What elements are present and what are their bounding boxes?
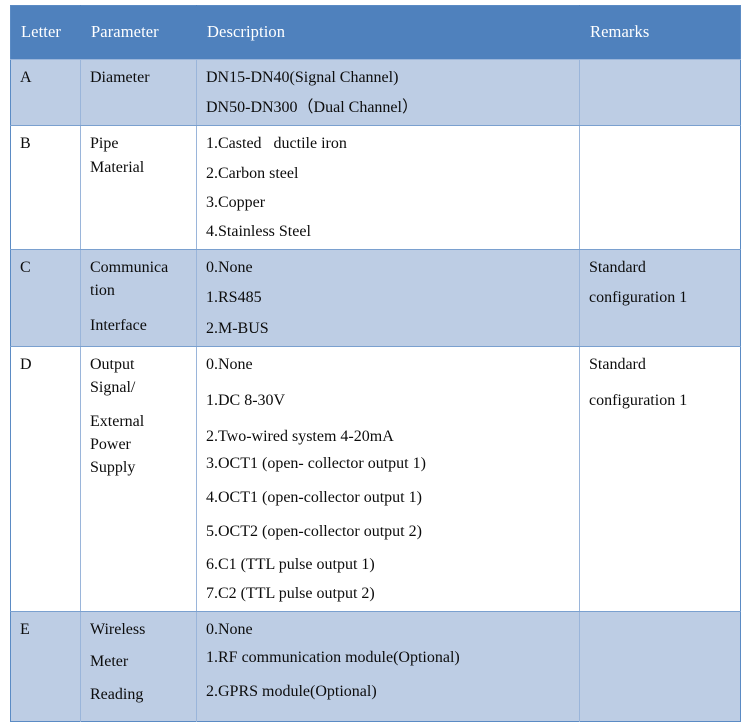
parameter-lines: Output Signal/ External Power Supply	[90, 353, 192, 480]
parameter-line: Reading	[90, 685, 144, 703]
column-header-description: Description	[196, 5, 580, 60]
description-lines: 0.None 1.RF communication module(Optiona…	[206, 618, 575, 703]
cell-remarks: Standard configuration 1	[579, 249, 741, 347]
cell-letter: D	[10, 346, 81, 613]
description-line: 1.Casted ductile iron	[206, 135, 347, 153]
table-row: D Output Signal/ External Power Supply 0…	[10, 346, 741, 613]
column-header-parameter: Parameter	[80, 5, 197, 60]
table-body: A Diameter DN15-DN40(Signal Channel) DN5…	[10, 59, 741, 722]
parameter-line: External	[90, 413, 145, 431]
cell-description: 0.None 1.DC 8-30V 2.Two-wired system 4-2…	[196, 346, 580, 613]
table-header-row: Letter Parameter Description Remarks	[10, 5, 741, 60]
description-lines: 0.None 1.RS485 2.M-BUS	[206, 256, 575, 340]
table-header: Letter Parameter Description Remarks	[10, 5, 741, 60]
cell-parameter: Wireless Meter Reading	[80, 611, 197, 722]
parameter-line: Wireless	[90, 621, 146, 639]
description-lines: 0.None 1.DC 8-30V 2.Two-wired system 4-2…	[206, 353, 575, 606]
remarks-line: Standard	[589, 259, 646, 277]
parameter-line: Pipe	[90, 135, 119, 153]
cell-letter: B	[10, 125, 81, 251]
description-line: 3.Copper	[206, 193, 266, 211]
description-line: 2.GPRS module(Optional)	[206, 682, 377, 700]
table-row: C Communica tion Interface 0.None 1.RS48…	[10, 249, 741, 347]
parameter-line: Signal/	[90, 378, 136, 396]
description-line: 0.None	[206, 621, 253, 639]
description-line: 0.None	[206, 355, 253, 373]
remarks-line: configuration 1	[589, 289, 688, 307]
description-line: 7.C2 (TTL pulse output 2)	[206, 585, 375, 602]
remarks-line: configuration 1	[589, 391, 688, 409]
parameter-line: Diameter	[90, 69, 150, 86]
description-line: 1.DC 8-30V	[206, 391, 286, 409]
parameter-lines: Pipe Material	[90, 132, 192, 178]
parameter-line: Communica	[90, 259, 169, 277]
cell-description: 1.Casted ductile iron 2.Carbon steel 3.C…	[196, 125, 580, 251]
table-row: A Diameter DN15-DN40(Signal Channel) DN5…	[10, 59, 741, 127]
parameter-line: Supply	[90, 459, 136, 477]
cell-description: 0.None 1.RF communication module(Optiona…	[196, 611, 580, 722]
cell-parameter: Pipe Material	[80, 125, 197, 251]
description-line: DN50-DN300（Dual Channel）	[206, 99, 418, 117]
column-header-remarks: Remarks	[579, 5, 741, 60]
remarks-lines: Standard configuration 1	[589, 256, 736, 309]
description-line: 4.OCT1 (open-collector output 1)	[206, 489, 422, 507]
cell-parameter: Output Signal/ External Power Supply	[80, 346, 197, 613]
remarks-line: Standard	[589, 355, 646, 373]
cell-description: 0.None 1.RS485 2.M-BUS	[196, 249, 580, 347]
parameter-line: Output	[90, 355, 135, 373]
cell-parameter: Communica tion Interface	[80, 249, 197, 347]
description-line: 4.Stainless Steel	[206, 222, 311, 240]
cell-parameter: Diameter	[80, 59, 197, 127]
parameter-line: Interface	[90, 316, 147, 334]
description-line: 1.RS485	[206, 289, 262, 307]
parameter-line: Meter	[90, 653, 129, 671]
description-line: 5.OCT2 (open-collector output 2)	[206, 522, 422, 540]
description-line: 0.None	[206, 259, 253, 277]
parameter-lines: Wireless Meter Reading	[90, 618, 192, 706]
description-line: DN15-DN40(Signal Channel)	[206, 69, 399, 86]
description-line: 6.C1 (TTL pulse output 1)	[206, 555, 375, 573]
parameter-line: Material	[90, 158, 145, 176]
description-line: 2.Two-wired system 4-20mA	[206, 428, 394, 446]
parameter-lines: Communica tion Interface	[90, 256, 192, 337]
cell-description: DN15-DN40(Signal Channel) DN50-DN300（Dua…	[196, 59, 580, 127]
parameter-line: Power	[90, 436, 131, 454]
specification-table: Letter Parameter Description Remarks A D…	[10, 5, 741, 722]
description-lines: 1.Casted ductile iron 2.Carbon steel 3.C…	[206, 132, 575, 243]
cell-letter: E	[10, 611, 81, 722]
description-line: 3.OCT1 (open- collector output 1)	[206, 455, 426, 473]
remarks-lines: Standard configuration 1	[589, 353, 736, 412]
cell-letter: A	[10, 59, 81, 127]
description-lines: DN15-DN40(Signal Channel) DN50-DN300（Dua…	[206, 66, 575, 119]
cell-remarks	[579, 59, 741, 127]
parameter-lines: Diameter	[90, 66, 192, 89]
description-line: 2.Carbon steel	[206, 164, 299, 182]
document-page: Letter Parameter Description Remarks A D…	[0, 0, 750, 722]
cell-remarks	[579, 125, 741, 251]
cell-letter: C	[10, 249, 81, 347]
description-line: 2.M-BUS	[206, 319, 269, 337]
column-header-letter: Letter	[10, 5, 81, 60]
description-line: 1.RF communication module(Optional)	[206, 649, 460, 667]
table-row: E Wireless Meter Reading 0.None 1.RF com…	[10, 611, 741, 722]
parameter-line: tion	[90, 282, 115, 300]
table-row: B Pipe Material 1.Casted ductile iron 2.…	[10, 125, 741, 251]
cell-remarks: Standard configuration 1	[579, 346, 741, 613]
cell-remarks	[579, 611, 741, 722]
